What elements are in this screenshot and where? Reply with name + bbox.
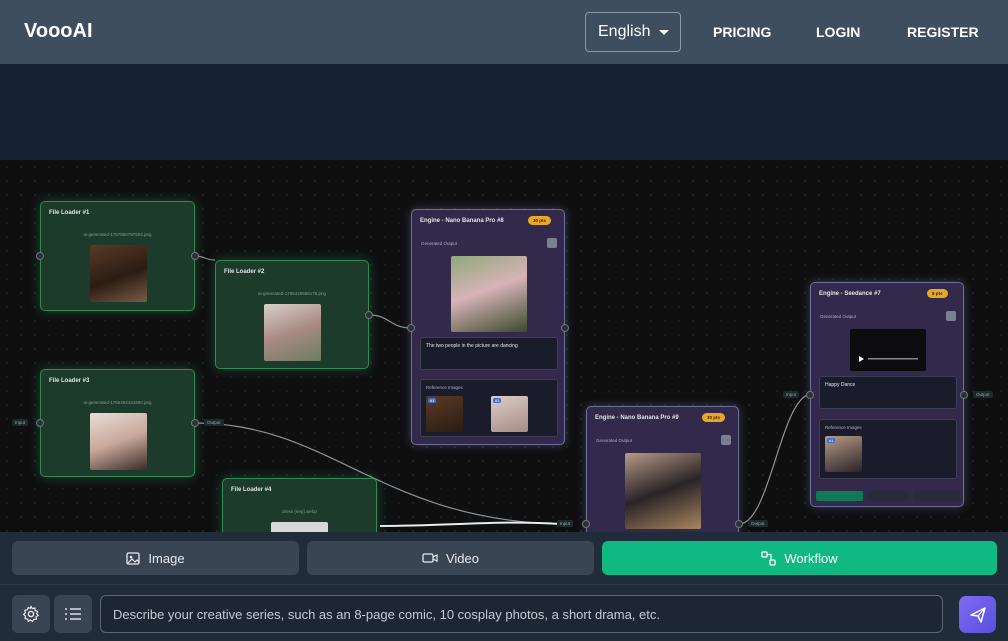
language-value: English [598, 23, 651, 40]
language-select[interactable]: English [585, 12, 681, 52]
ref-badge: #2 [493, 398, 502, 403]
input-port-label: Input [557, 520, 574, 527]
output-port[interactable] [365, 311, 373, 319]
output-port-label: Output [973, 391, 993, 398]
ref-badge: #1 [827, 438, 836, 443]
node-title: File Loader #1 [49, 210, 90, 216]
download-icon[interactable] [721, 435, 731, 445]
engine-node-8[interactable]: Engine - Nano Banana Pro #8 30 pts Gener… [411, 209, 565, 445]
output-port[interactable] [191, 252, 199, 260]
generated-image[interactable] [625, 453, 701, 529]
input-port-label: Input [12, 419, 29, 426]
input-port[interactable] [582, 520, 590, 528]
file-loader-node-2[interactable]: File Loader #2 ai-generated-176644865617… [215, 260, 369, 369]
cost-badge: 8 pts [927, 289, 948, 298]
engine-node-7[interactable]: Engine - Seedance #7 8 pts Generated Out… [810, 282, 964, 507]
top-navbar: VoooAI English PRICING LOGIN REGISTER [0, 0, 1008, 64]
tab-workflow[interactable]: Workflow [602, 541, 997, 575]
video-player[interactable] [850, 329, 926, 371]
input-port[interactable] [407, 324, 415, 332]
cost-badge: 30 pts [702, 413, 726, 422]
wire-loader2-engine8 [368, 314, 412, 329]
hero-band [0, 64, 1008, 160]
chevron-down-icon [659, 29, 670, 35]
reference-thumb-2[interactable]: #2 [491, 396, 528, 432]
tab-label: Video [445, 550, 479, 566]
input-port[interactable] [36, 252, 44, 260]
nav-login[interactable]: LOGIN [816, 24, 860, 40]
tab-label: Image [148, 550, 185, 566]
node-title: File Loader #3 [49, 378, 90, 384]
output-port-label: Output [204, 419, 224, 426]
reference-images-panel: Reference Images #1 #2 [420, 379, 558, 437]
download-icon[interactable] [946, 311, 956, 321]
image-icon [126, 551, 141, 565]
workflow-icon [761, 550, 777, 566]
prompt-input[interactable] [100, 595, 943, 633]
output-port[interactable] [735, 520, 743, 528]
run-button[interactable] [816, 491, 863, 501]
input-port[interactable] [36, 419, 44, 427]
send-button[interactable] [959, 596, 996, 633]
video-icon [422, 553, 438, 563]
send-icon [969, 606, 986, 623]
ref-badge: #1 [428, 398, 437, 403]
reference-thumb-1[interactable]: #1 [426, 396, 463, 432]
output-port[interactable] [191, 419, 199, 427]
node-title: File Loader #4 [231, 487, 272, 493]
nav-register[interactable]: REGISTER [907, 24, 979, 40]
prompt-box[interactable]: Happy Dance [819, 376, 957, 409]
nav-pricing[interactable]: PRICING [713, 24, 771, 40]
node-title: File Loader #2 [224, 269, 265, 275]
output-port-label: Output [748, 520, 768, 527]
generated-image[interactable] [451, 256, 527, 332]
composer-bar [0, 584, 1008, 641]
file-loader-node-1[interactable]: File Loader #1 ai-generated-176786679750… [40, 201, 195, 311]
reference-thumb-1[interactable]: #1 [825, 436, 862, 472]
prompt-box[interactable]: The two people in the picture are dancin… [420, 337, 558, 370]
file-name: ai-generated-1767866797504.png [83, 232, 152, 237]
engine-node-9[interactable]: Engine - Nano Banana Pro #9 30 pts Gener… [586, 406, 739, 532]
dress-thumbnail [271, 522, 328, 532]
node-title: Engine - Nano Banana Pro #9 [595, 415, 679, 421]
generated-output-label: Generated Output [596, 438, 633, 443]
play-icon[interactable] [850, 329, 926, 371]
file-loader-node-3[interactable]: File Loader #3 ai-generated-176648443198… [40, 369, 195, 477]
output-port[interactable] [561, 324, 569, 332]
tab-image[interactable]: Image [12, 541, 299, 575]
node-title: Engine - Seedance #7 [819, 291, 881, 297]
mode-tabs: Image Video Workflow [0, 532, 1008, 584]
node-title: Engine - Nano Banana Pro #8 [420, 218, 504, 224]
tab-video[interactable]: Video [307, 541, 594, 575]
wire-engine9-engine7 [738, 393, 811, 525]
cost-badge: 30 pts [528, 216, 552, 225]
input-port-label: Input [783, 391, 800, 398]
list-button[interactable] [54, 595, 92, 633]
file-name: dress (eep).webp [282, 509, 317, 514]
portrait-thumbnail [90, 413, 147, 470]
file-name: ai-generated-1766484431980.png [83, 400, 152, 405]
generated-output-label: Generated Output [820, 314, 857, 319]
file-loader-node-4[interactable]: File Loader #4 dress (eep).webp [222, 478, 377, 532]
settings-button[interactable] [12, 595, 50, 633]
generated-output-label: Generated Output [421, 241, 458, 246]
input-port[interactable] [806, 391, 814, 399]
brand-logo[interactable]: VoooAI [24, 20, 93, 43]
reference-images-label: Reference Images [426, 385, 463, 390]
bride-thumbnail [264, 304, 321, 361]
reference-images-label: Reference Images [825, 425, 862, 430]
gear-icon [22, 605, 40, 623]
file-name: ai-generated-1766448656178.png [257, 291, 327, 296]
reference-images-panel: Reference Images #1 [819, 419, 957, 479]
workflow-canvas[interactable]: File Loader #1 ai-generated-176786679750… [0, 160, 1008, 532]
wire-highlight [379, 521, 561, 527]
list-icon [65, 608, 81, 620]
output-port[interactable] [960, 391, 968, 399]
delete-button[interactable] [913, 491, 960, 501]
copy-button[interactable] [867, 491, 909, 501]
tab-label: Workflow [784, 550, 838, 566]
download-icon[interactable] [547, 238, 557, 248]
cowboy-thumbnail [90, 245, 147, 302]
